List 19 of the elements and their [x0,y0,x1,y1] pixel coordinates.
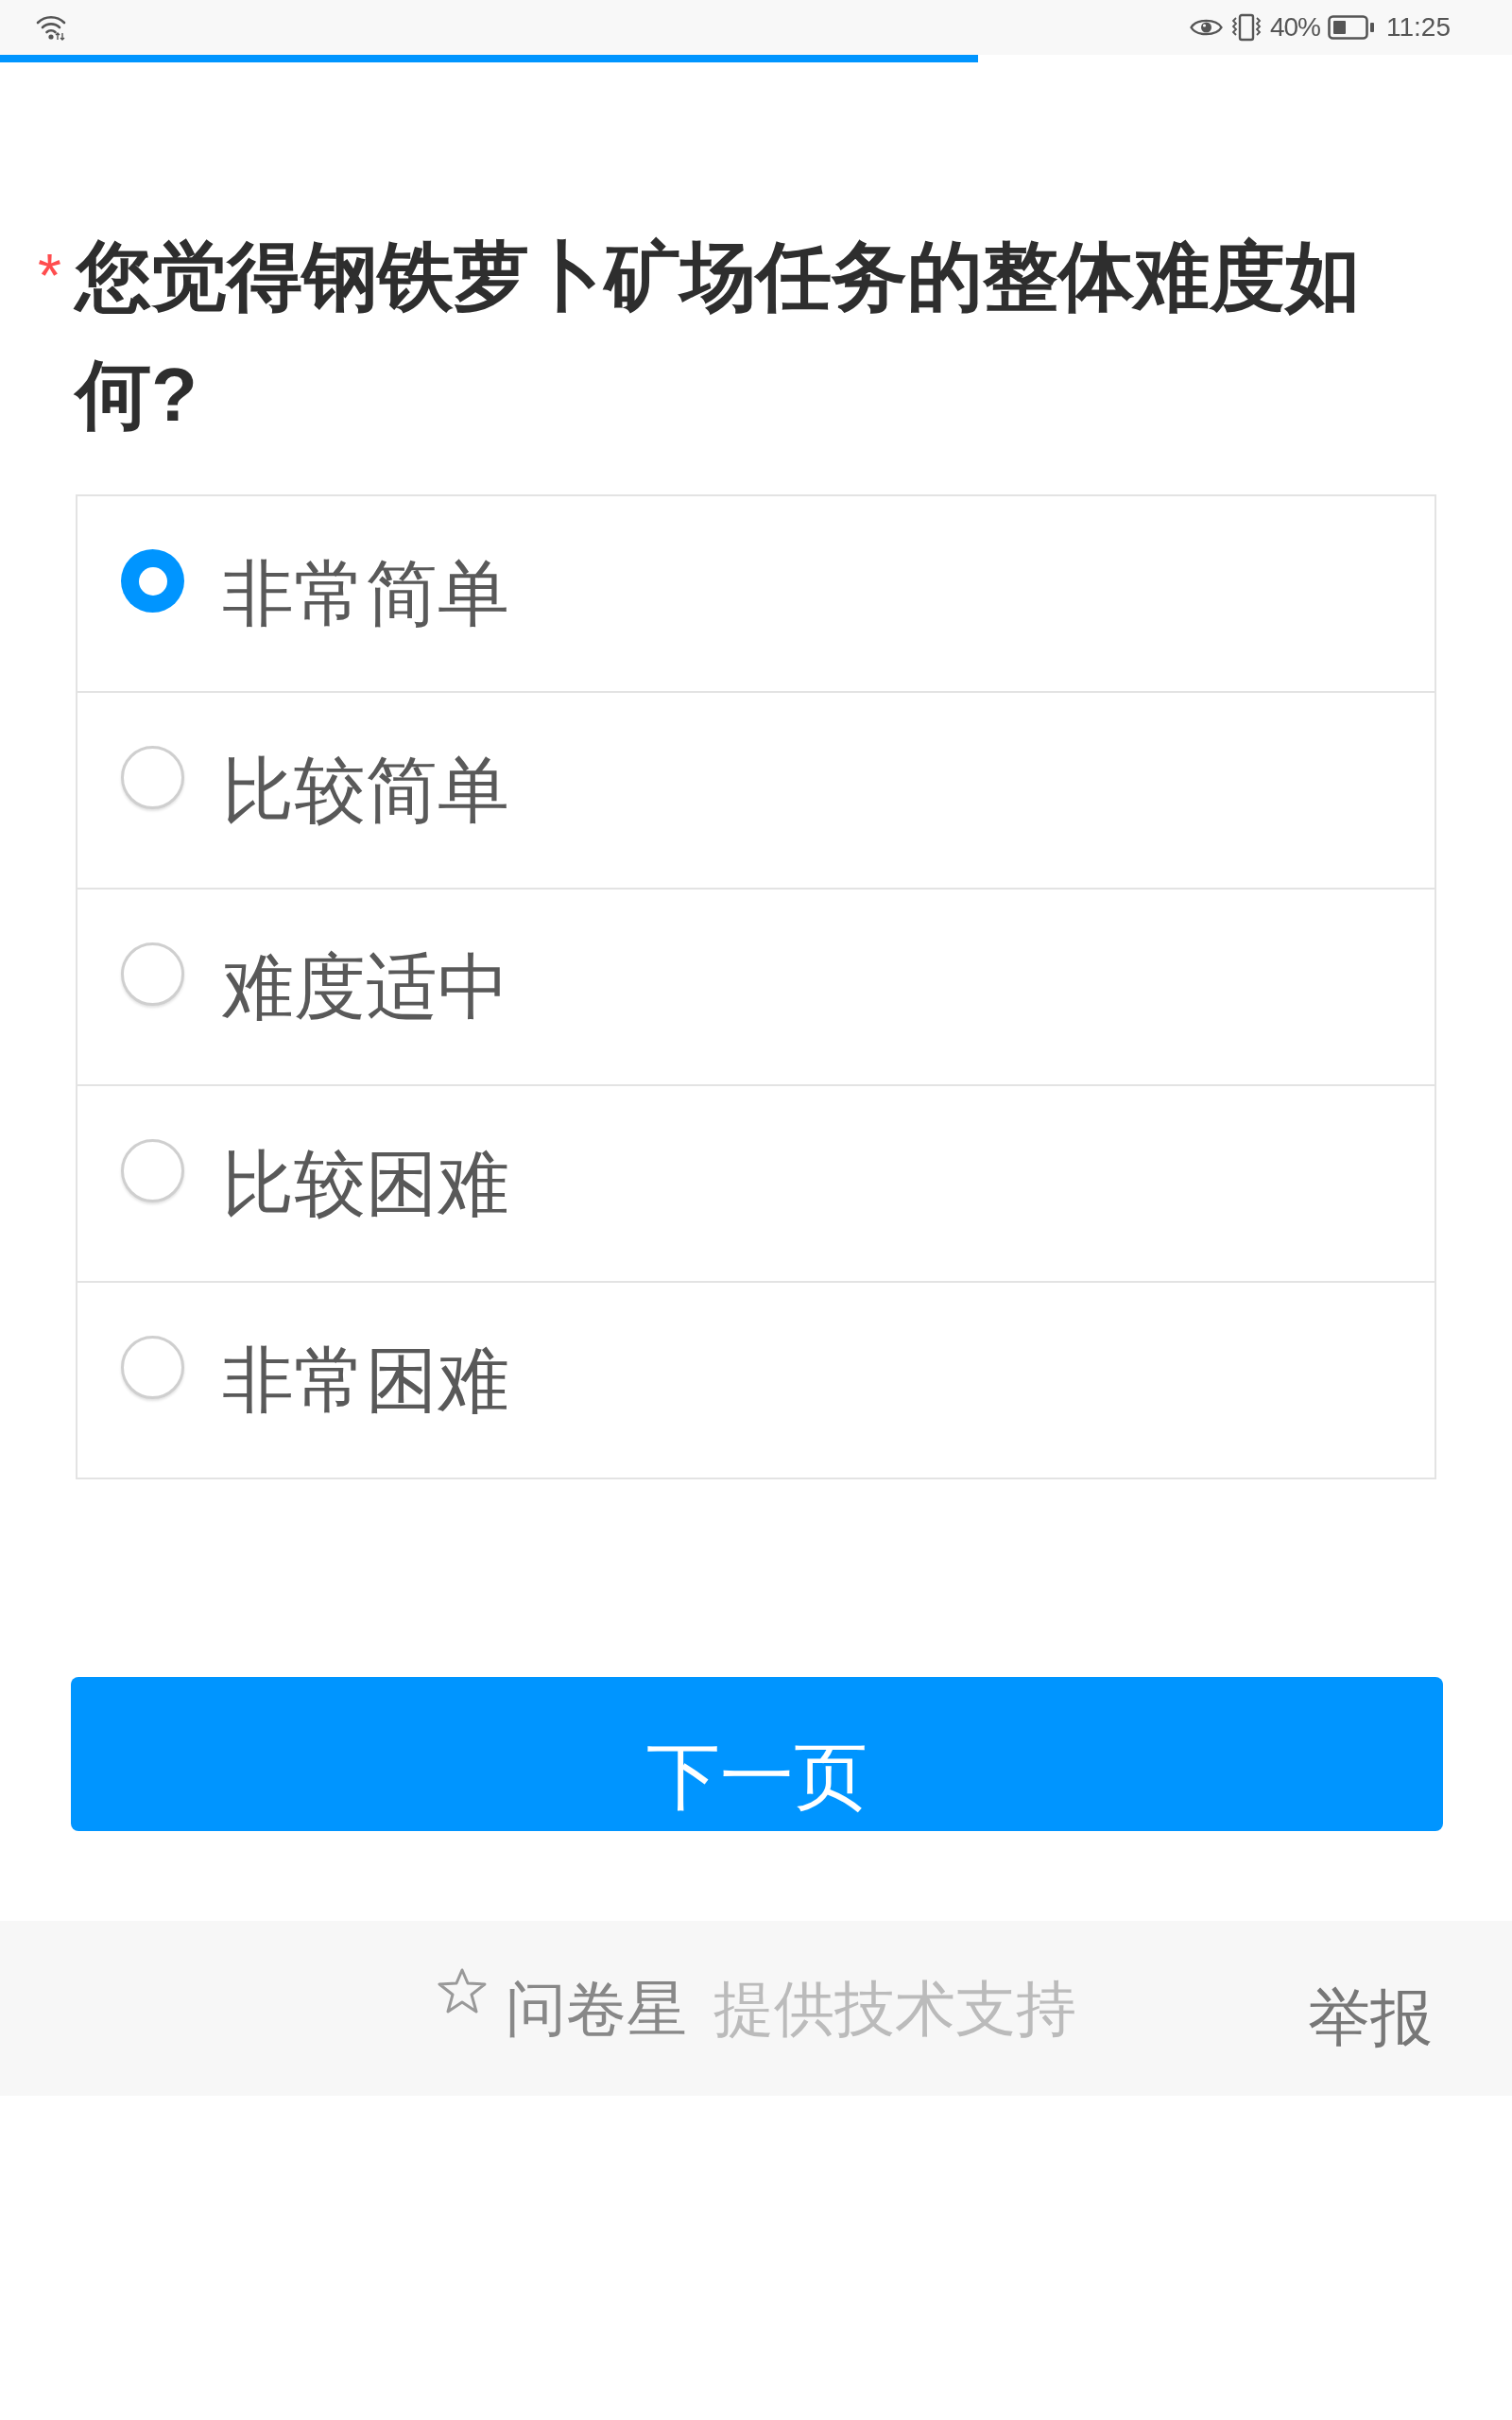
vibrate-icon [1229,13,1263,42]
report-link[interactable]: 举报 [1308,1971,1433,2065]
option-row[interactable]: 非常困难 [76,1281,1436,1479]
star-icon [436,1966,489,2014]
battery-icon [1328,15,1375,40]
credit-text: 提供技术支持 [713,1973,1076,2045]
wifi-icon [36,14,66,41]
option-row[interactable]: 非常简单 [76,494,1436,691]
battery-percent: 40% [1269,11,1320,43]
radio-button[interactable] [121,1336,184,1399]
option-row[interactable]: 比较简单 [76,691,1436,888]
clock-time: 11:25 [1386,11,1451,43]
option-row[interactable]: 比较困难 [76,1084,1436,1281]
radio-button[interactable] [121,1139,184,1202]
radio-button[interactable] [121,746,184,809]
required-mark: * [38,241,62,312]
radio-button[interactable] [121,942,184,1006]
option-row[interactable]: 难度适中 [76,888,1436,1084]
eye-icon [1189,17,1223,38]
